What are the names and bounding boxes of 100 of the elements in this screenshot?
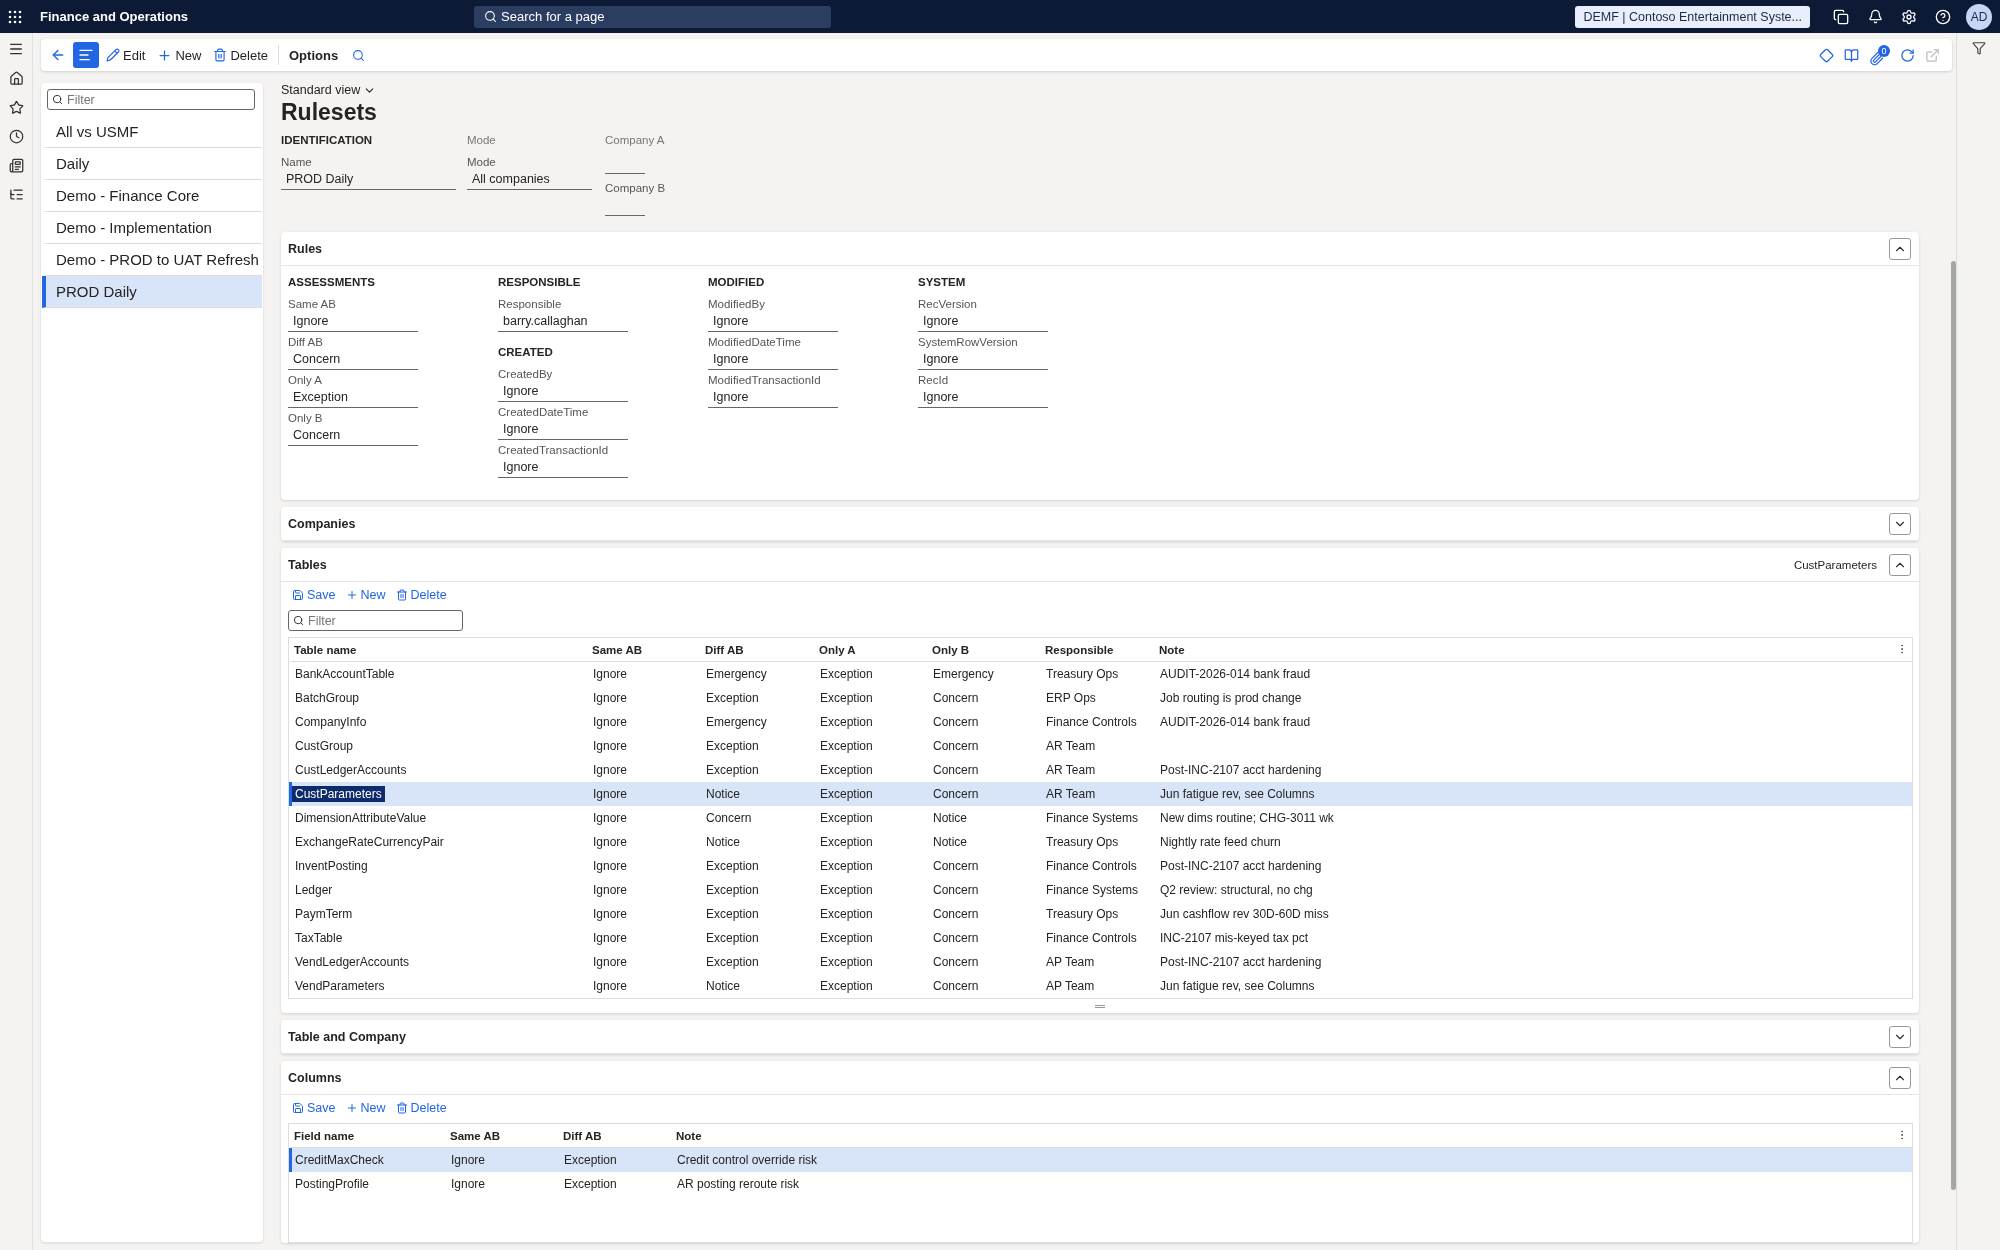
table-cell-text: Finance Controls: [1045, 714, 1138, 730]
collapse-button[interactable]: [1889, 1066, 1911, 1089]
menu-icon[interactable]: [8, 41, 24, 57]
field-value[interactable]: Concern: [288, 424, 418, 446]
table-cell-text: Jun cashflow rev 30D-60D miss: [1159, 906, 1330, 922]
expand-button[interactable]: [1889, 1025, 1911, 1048]
field-value[interactable]: Ignore: [918, 386, 1048, 408]
field-value[interactable]: Exception: [288, 386, 418, 408]
column-header[interactable]: Same AB: [448, 1129, 561, 1142]
field-value[interactable]: barry.callaghan: [498, 310, 628, 332]
table-cell-text: AR Team: [1045, 738, 1097, 754]
table-cell-text: Concern: [932, 690, 980, 706]
table-cell-text: Exception: [705, 858, 760, 874]
list-item[interactable]: PROD Daily: [42, 276, 262, 308]
trash-icon: [395, 589, 408, 601]
field-value[interactable]: Ignore: [288, 310, 418, 332]
column-header[interactable]: Diff AB: [561, 1129, 674, 1142]
table-cell-text: Exception: [705, 906, 760, 922]
list-view-button[interactable]: [73, 42, 99, 68]
view-selector[interactable]: Standard view: [281, 83, 377, 97]
field-value[interactable]: Ignore: [498, 456, 628, 478]
filter-field[interactable]: Filter: [47, 89, 255, 110]
table-cell: CustParameters: [292, 786, 385, 802]
diamond-icon[interactable]: [1819, 47, 1834, 63]
field-value[interactable]: Ignore: [498, 418, 628, 440]
collapse-button[interactable]: [1889, 553, 1911, 576]
field-value[interactable]: Ignore: [498, 380, 628, 402]
section-title: Companies: [288, 516, 356, 531]
table-cell-text: PostingProfile: [294, 1176, 371, 1192]
table-cell-text: ExchangeRateCurrencyPair: [294, 834, 445, 850]
table-cell-text: CustLedgerAccounts: [294, 762, 408, 778]
table-cell-text: Exception: [819, 858, 874, 874]
filter-icon[interactable]: [1971, 41, 1986, 55]
table-cell-text: Exception: [819, 834, 874, 850]
table-cell-text: Nightly rate feed churn: [1159, 834, 1282, 850]
star-icon[interactable]: [8, 100, 24, 115]
table-cell-text: Concern: [932, 954, 980, 970]
toolbar-button[interactable]: Save: [289, 1101, 339, 1115]
list-icon[interactable]: [8, 187, 24, 202]
refresh-icon[interactable]: [1900, 47, 1915, 63]
table-cell-text: Exception: [819, 954, 874, 970]
table-cell-text: New dims routine; CHG-3011 wk: [1159, 810, 1335, 826]
toolbar-button[interactable]: Delete: [208, 42, 273, 68]
table-cell-text: AR posting reroute risk: [676, 1176, 801, 1192]
table-cell-text: Ignore: [592, 978, 629, 994]
group-heading: RESPONSIBLE: [498, 276, 582, 290]
collapse-button[interactable]: [1889, 237, 1911, 260]
search-field[interactable]: Search for a page: [474, 5, 832, 28]
toolbar-button[interactable]: Save: [289, 588, 339, 602]
toolbar-button[interactable]: New: [342, 1101, 389, 1115]
user-avatar[interactable]: AD: [1966, 3, 1992, 30]
column-header[interactable]: Diff AB: [703, 643, 817, 656]
table-cell-text: Exception: [819, 738, 874, 754]
clock-icon[interactable]: [8, 129, 24, 144]
table-cell-text: Q2 review: structural, no chg: [1159, 882, 1314, 898]
table-cell-text: Notice: [705, 834, 741, 850]
field-value[interactable]: Ignore: [708, 386, 838, 408]
table-cell-text: Exception: [819, 762, 874, 778]
column-header[interactable]: Note: [1157, 643, 1912, 656]
toolbar-button[interactable]: New: [152, 42, 207, 68]
expand-button[interactable]: [1889, 512, 1911, 535]
field-value[interactable]: Concern: [288, 348, 418, 370]
field-label: CreatedBy: [498, 368, 554, 380]
filter-field[interactable]: Filter: [288, 610, 463, 631]
table-row[interactable]: CustParameters Ignore Notice Exception Concern AR Team Jun fatigue rev, see Columns: [289, 782, 1912, 806]
table-cell-text: Exception: [705, 930, 760, 946]
column-header[interactable]: Only B: [930, 643, 1043, 656]
field-value[interactable]: Ignore: [918, 348, 1048, 370]
column-header[interactable]: Responsible: [1043, 643, 1157, 656]
field-value[interactable]: Ignore: [918, 310, 1048, 332]
field-value[interactable]: Ignore: [708, 310, 838, 332]
field-value[interactable]: Ignore: [708, 348, 838, 370]
plus-icon: [345, 589, 358, 601]
table-cell-text: Ignore: [592, 738, 629, 754]
field-value[interactable]: All companies: [467, 168, 592, 190]
toolbar-button[interactable]: Delete: [392, 588, 450, 602]
field-value[interactable]: PROD Daily: [281, 168, 456, 190]
app-launcher-icon[interactable]: [8, 9, 22, 24]
column-header[interactable]: Note: [674, 1129, 1912, 1142]
table-cell-text: Emergency: [705, 714, 768, 730]
table-cell-text: Concern: [932, 762, 980, 778]
toolbar-button[interactable]: Edit: [101, 42, 151, 68]
table-row[interactable]: CreditMaxCheck Ignore Exception Credit control override risk: [289, 1148, 1912, 1172]
toolbar-button[interactable]: Options: [284, 42, 344, 68]
field-label: Only A: [288, 374, 323, 386]
column-header[interactable]: Field name: [292, 1129, 448, 1142]
toolbar-button[interactable]: New: [342, 588, 389, 602]
table-cell-text: Concern: [932, 858, 980, 874]
toolbar-button[interactable]: Delete: [392, 1101, 450, 1115]
table-cell-text: Concern: [932, 714, 980, 730]
scrollbar[interactable]: [1951, 261, 1956, 1190]
home-icon[interactable]: [8, 71, 24, 86]
column-header[interactable]: Same AB: [590, 643, 703, 656]
field-label: ModifiedBy: [708, 298, 766, 310]
column-header[interactable]: Table name: [292, 643, 590, 656]
resize-handle[interactable]: [1095, 1004, 1105, 1008]
workspace-icon[interactable]: [8, 158, 24, 173]
column-header[interactable]: Only A: [817, 643, 930, 656]
company-selector[interactable]: DEMF | Contoso Entertainment Syste...: [1575, 5, 1810, 28]
field-label: SystemRowVersion: [918, 336, 1019, 348]
